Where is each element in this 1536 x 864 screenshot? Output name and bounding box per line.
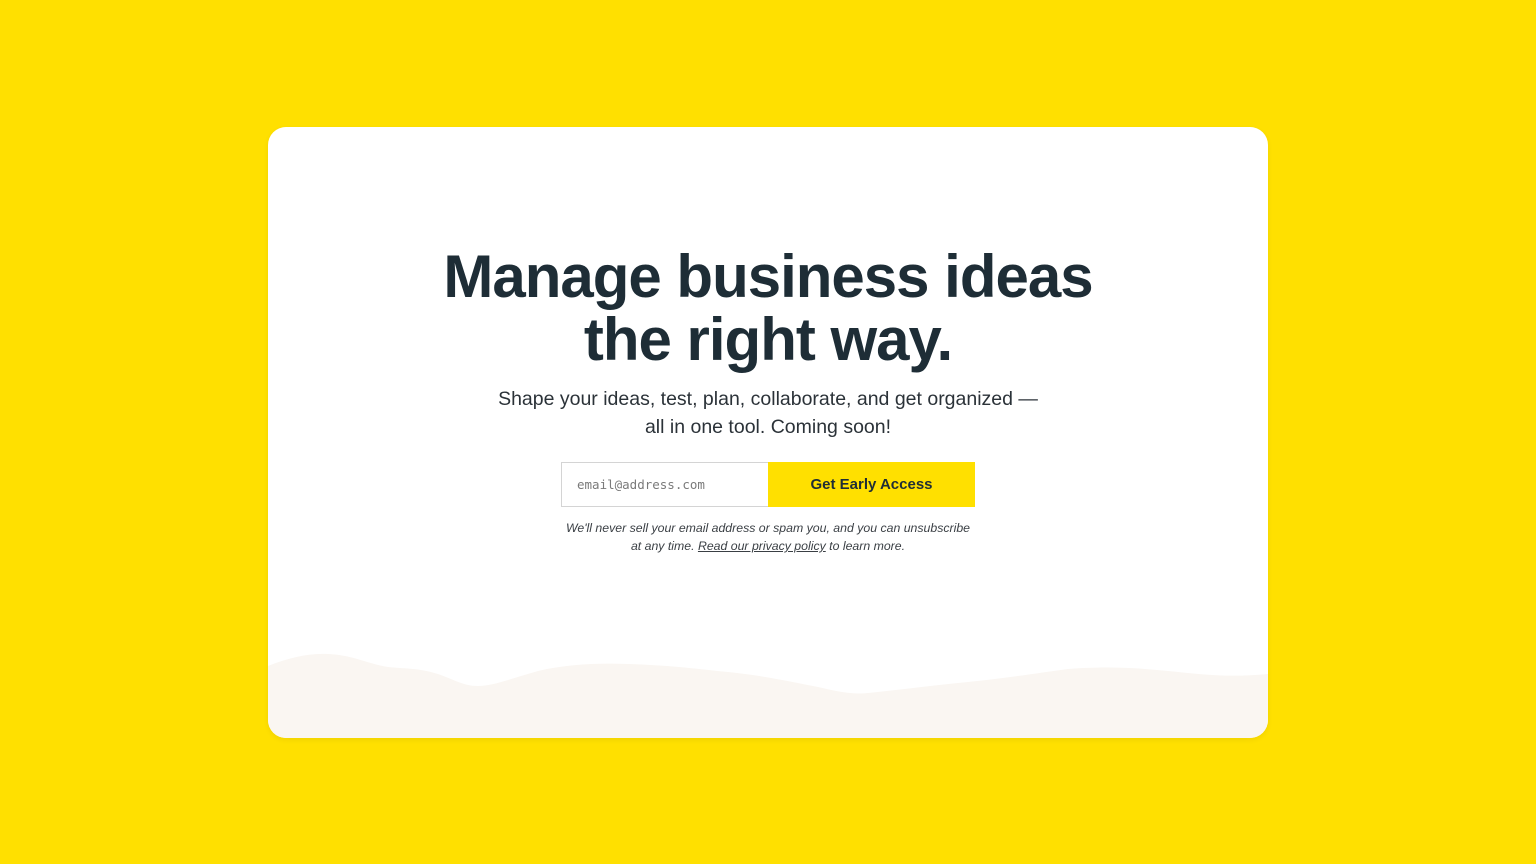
get-early-access-button[interactable]: Get Early Access [768,462,975,507]
headline-line-2: the right way. [583,306,953,373]
subheading-line-2: all in one tool. Coming soon! [644,416,892,438]
disclaimer-suffix: to learn more. [829,539,906,553]
headline-line-1: Manage business ideas [443,243,1093,310]
subheading-line-1: Shape your ideas, test, plan, collaborat… [498,388,1038,410]
disclaimer-line-2: at any time. Read our privacy policy to … [548,537,988,555]
wave-shape [268,653,1268,738]
subheading: Shape your ideas, test, plan, collaborat… [468,385,1068,441]
signup-card: Manage business ideas the right way. Sha… [268,127,1268,738]
wave-decoration [268,653,1268,738]
email-field[interactable] [561,462,768,507]
disclaimer-line-1: We'll never sell your email address or s… [565,521,971,535]
hero-section: Manage business ideas the right way. Sha… [268,245,1268,555]
disclaimer-prefix: at any time. [630,539,695,553]
privacy-policy-link[interactable]: Read our privacy policy [698,539,826,553]
privacy-disclaimer: We'll never sell your email address or s… [548,519,988,555]
page-title: Manage business ideas the right way. [268,245,1268,371]
signup-form: Get Early Access [561,462,975,507]
